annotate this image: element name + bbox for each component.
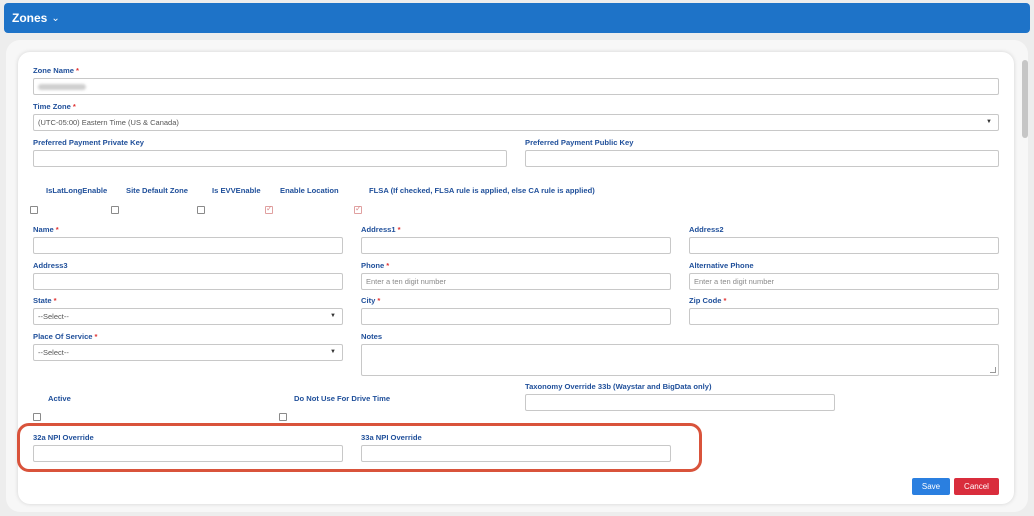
notes-textarea[interactable]	[361, 344, 999, 376]
time-zone-label: Time Zone *	[33, 102, 76, 111]
place-of-service-label: Place Of Service *	[33, 332, 98, 341]
zip-input[interactable]	[689, 308, 999, 325]
zip-label: Zip Code *	[689, 296, 727, 305]
public-key-input[interactable]	[525, 150, 999, 167]
redacted-value	[38, 84, 86, 90]
site-default-zone-label: Site Default Zone	[126, 186, 189, 195]
active-label: Active	[48, 394, 71, 403]
state-label: State *	[33, 296, 57, 305]
name-label: Name *	[33, 225, 59, 234]
drive-time-checkbox[interactable]	[279, 413, 287, 421]
islatlong-checkbox[interactable]	[30, 206, 38, 214]
address3-input[interactable]	[33, 273, 343, 290]
state-value: --Select--	[38, 312, 69, 321]
time-zone-value: (UTC-05:00) Eastern Time (US & Canada)	[38, 118, 179, 127]
zone-name-input[interactable]	[33, 78, 999, 95]
chevron-down-icon[interactable]: ⌄	[51, 13, 59, 24]
taxonomy-input[interactable]	[525, 394, 835, 411]
page-title: Zones	[12, 11, 48, 25]
address1-label: Address1 *	[361, 225, 401, 234]
flsa-checkbox[interactable]	[354, 204, 362, 214]
taxonomy-label: Taxonomy Override 33b (Waystar and BigDa…	[525, 382, 712, 391]
active-checkbox[interactable]	[33, 413, 41, 421]
time-zone-select[interactable]: (UTC-05:00) Eastern Time (US & Canada) ▼	[33, 114, 999, 131]
flsa-label: FLSA (If checked, FLSA rule is applied, …	[369, 186, 595, 195]
enable-location-checkbox[interactable]	[265, 204, 273, 214]
cancel-button[interactable]: Cancel	[954, 478, 999, 495]
save-button[interactable]: Save	[912, 478, 950, 495]
name-input[interactable]	[33, 237, 343, 254]
npi-33a-input[interactable]	[361, 445, 671, 462]
phone-input[interactable]: Enter a ten digit number	[361, 273, 671, 290]
resize-handle-icon[interactable]	[990, 367, 996, 373]
phone-label: Phone *	[361, 261, 390, 270]
alt-phone-input[interactable]: Enter a ten digit number	[689, 273, 999, 290]
state-select[interactable]: --Select-- ▼	[33, 308, 343, 325]
place-of-service-select[interactable]: --Select-- ▼	[33, 344, 343, 361]
npi-33a-label: 33a NPI Override	[361, 433, 422, 442]
place-of-service-value: --Select--	[38, 348, 69, 357]
address3-label: Address3	[33, 261, 68, 270]
public-key-label: Preferred Payment Public Key	[525, 138, 634, 147]
city-label: City *	[361, 296, 381, 305]
dropdown-caret-icon: ▼	[330, 313, 336, 319]
private-key-input[interactable]	[33, 150, 507, 167]
address2-input[interactable]	[689, 237, 999, 254]
notes-label: Notes	[361, 332, 383, 341]
site-default-zone-checkbox[interactable]	[111, 206, 119, 214]
zone-name-label: Zone Name *	[33, 66, 79, 75]
npi-32a-input[interactable]	[33, 445, 343, 462]
is-evv-checkbox[interactable]	[197, 206, 205, 214]
dropdown-caret-icon: ▼	[986, 119, 992, 125]
is-evv-label: Is EVVEnable	[212, 186, 261, 195]
address2-label: Address2	[689, 225, 724, 234]
islatlong-label: IsLatLongEnable	[46, 186, 108, 195]
address1-input[interactable]	[361, 237, 671, 254]
dropdown-caret-icon: ▼	[330, 349, 336, 355]
npi-32a-label: 32a NPI Override	[33, 433, 94, 442]
enable-location-label: Enable Location	[280, 186, 339, 195]
zones-header[interactable]: Zones ⌄	[4, 3, 1030, 33]
scrollbar-thumb[interactable]	[1022, 60, 1028, 138]
city-input[interactable]	[361, 308, 671, 325]
alt-phone-label: Alternative Phone	[689, 261, 754, 270]
drive-time-label: Do Not Use For Drive Time	[294, 394, 391, 403]
private-key-label: Preferred Payment Private Key	[33, 138, 145, 147]
